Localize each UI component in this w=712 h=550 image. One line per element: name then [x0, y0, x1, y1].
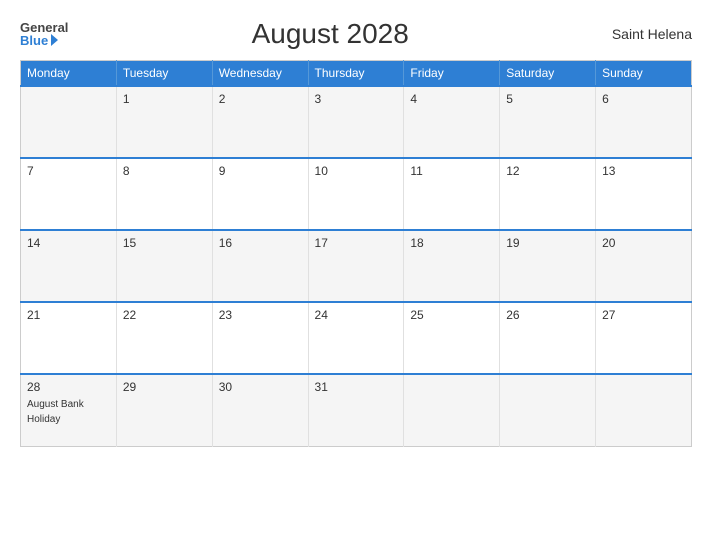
calendar-cell: 15: [116, 230, 212, 302]
calendar-event: August Bank Holiday: [27, 399, 84, 425]
day-number: 19: [506, 236, 589, 250]
calendar-cell: 26: [500, 302, 596, 374]
logo: General Blue: [20, 21, 68, 47]
calendar-cell: 10: [308, 158, 404, 230]
calendar-cell: 28 August Bank Holiday: [21, 374, 117, 446]
weekday-row: Monday Tuesday Wednesday Thursday Friday…: [21, 61, 692, 87]
calendar-cell: 7: [21, 158, 117, 230]
day-number: 10: [315, 164, 398, 178]
calendar-page: General Blue August 2028 Saint Helena Mo…: [0, 0, 712, 550]
calendar-cell: 8: [116, 158, 212, 230]
day-number: 13: [602, 164, 685, 178]
logo-triangle-icon: [51, 34, 58, 46]
calendar-cell: 30: [212, 374, 308, 446]
calendar-cell: [21, 86, 117, 158]
day-number: 7: [27, 164, 110, 178]
calendar-cell: 24: [308, 302, 404, 374]
calendar-table: Monday Tuesday Wednesday Thursday Friday…: [20, 60, 692, 447]
day-number: 23: [219, 308, 302, 322]
calendar-cell: [500, 374, 596, 446]
weekday-sunday: Sunday: [596, 61, 692, 87]
header: General Blue August 2028 Saint Helena: [20, 18, 692, 50]
weekday-tuesday: Tuesday: [116, 61, 212, 87]
location-label: Saint Helena: [592, 26, 692, 42]
calendar-cell: 2: [212, 86, 308, 158]
calendar-body: 1234567891011121314151617181920212223242…: [21, 86, 692, 446]
calendar-cell: 16: [212, 230, 308, 302]
calendar-cell: 3: [308, 86, 404, 158]
day-number: 9: [219, 164, 302, 178]
day-number: 16: [219, 236, 302, 250]
calendar-cell: [404, 374, 500, 446]
calendar-cell: 18: [404, 230, 500, 302]
calendar-cell: [596, 374, 692, 446]
calendar-header: Monday Tuesday Wednesday Thursday Friday…: [21, 61, 692, 87]
day-number: 8: [123, 164, 206, 178]
calendar-cell: 23: [212, 302, 308, 374]
day-number: 1: [123, 92, 206, 106]
day-number: 21: [27, 308, 110, 322]
day-number: 28: [27, 380, 110, 394]
calendar-cell: 25: [404, 302, 500, 374]
day-number: 26: [506, 308, 589, 322]
calendar-cell: 12: [500, 158, 596, 230]
weekday-monday: Monday: [21, 61, 117, 87]
weekday-saturday: Saturday: [500, 61, 596, 87]
calendar-week-row: 789 10 11 12 13: [21, 158, 692, 230]
day-number: 14: [27, 236, 110, 250]
day-number: 22: [123, 308, 206, 322]
calendar-cell: 17: [308, 230, 404, 302]
calendar-cell: 4: [404, 86, 500, 158]
calendar-cell: 1: [116, 86, 212, 158]
day-number: 5: [506, 92, 589, 106]
calendar-cell: 13: [596, 158, 692, 230]
calendar-week-row: 123456: [21, 86, 692, 158]
day-number: 17: [315, 236, 398, 250]
day-number: 6: [602, 92, 685, 106]
calendar-cell: 6: [596, 86, 692, 158]
day-number: 24: [315, 308, 398, 322]
calendar-cell: 11: [404, 158, 500, 230]
day-number: 3: [315, 92, 398, 106]
day-number: 15: [123, 236, 206, 250]
day-number: 2: [219, 92, 302, 106]
calendar-week-row: 14 15 16 17 18 19 20: [21, 230, 692, 302]
calendar-cell: 19: [500, 230, 596, 302]
day-number: 20: [602, 236, 685, 250]
calendar-cell: 31: [308, 374, 404, 446]
day-number: 27: [602, 308, 685, 322]
calendar-cell: 21: [21, 302, 117, 374]
calendar-title: August 2028: [68, 18, 592, 50]
calendar-week-row: 28 August Bank Holiday 29 30 31: [21, 374, 692, 446]
calendar-cell: 20: [596, 230, 692, 302]
day-number: 30: [219, 380, 302, 394]
calendar-cell: 29: [116, 374, 212, 446]
day-number: 11: [410, 164, 493, 178]
calendar-week-row: 21 22 23 24 25 26 27: [21, 302, 692, 374]
logo-blue-text: Blue: [20, 34, 68, 47]
day-number: 31: [315, 380, 398, 394]
calendar-cell: 22: [116, 302, 212, 374]
weekday-wednesday: Wednesday: [212, 61, 308, 87]
weekday-friday: Friday: [404, 61, 500, 87]
day-number: 25: [410, 308, 493, 322]
weekday-thursday: Thursday: [308, 61, 404, 87]
day-number: 12: [506, 164, 589, 178]
calendar-cell: 14: [21, 230, 117, 302]
calendar-cell: 5: [500, 86, 596, 158]
day-number: 18: [410, 236, 493, 250]
calendar-cell: 9: [212, 158, 308, 230]
calendar-cell: 27: [596, 302, 692, 374]
day-number: 29: [123, 380, 206, 394]
day-number: 4: [410, 92, 493, 106]
